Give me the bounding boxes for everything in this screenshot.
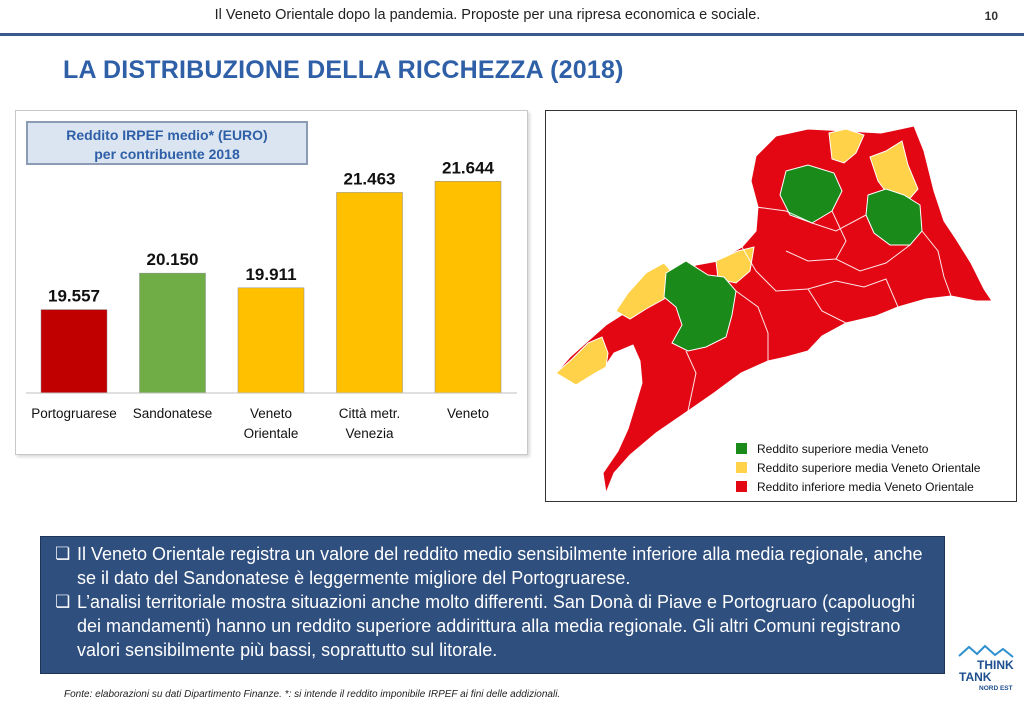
summary-bullet-1: ❏ Il Veneto Orientale registra un valore… [55,542,932,590]
legend-swatch-red [736,481,747,492]
summary-bullet-2: ❏ L’analisi territoriale mostra situazio… [55,590,932,662]
think-tank-logo: THINK TANK NORD EST [958,644,1014,692]
category-label-1-line-1: Portogruarese [31,406,117,421]
chart-title-line1: Reddito IRPEF medio* (EURO) [66,127,268,143]
legend-item-red: Reddito inferiore media Veneto Orientale [736,477,980,496]
legend-item-green: Reddito superiore media Veneto [736,439,980,458]
bar-4 [336,192,403,394]
category-label-3-line-1: Veneto [250,406,292,421]
slide-title: LA DISTRIBUZIONE DELLA RICCHEZZA (2018) [63,56,624,84]
bar-value-label-5: 21.644 [442,158,495,177]
legend-label-red: Reddito inferiore media Veneto Orientale [757,479,974,494]
logo-text-tank: TANK [959,670,992,684]
summary-bullet-text-1: Il Veneto Orientale registra un valore d… [77,544,923,588]
legend-label-yellow: Reddito superiore media Veneto Orientale [757,460,981,475]
legend-item-yellow: Reddito superiore media Veneto Orientale [736,458,980,477]
income-map-panel: Reddito superiore media Veneto Reddito s… [545,110,1017,502]
footer-source-note: Fonte: elaborazioni su dati Dipartimento… [64,689,561,700]
bar-value-label-4: 21.463 [344,169,396,188]
category-label-4-line-1: Città metr. [339,406,401,421]
category-label-5-line-1: Veneto [447,406,489,421]
summary-box: ❏ Il Veneto Orientale registra un valore… [40,536,945,674]
bar-2 [139,272,206,394]
legend-swatch-yellow [736,462,747,473]
legend-swatch-green [736,443,747,454]
logo-text-nord-est: NORD EST [979,685,1013,692]
bar-3 [237,287,305,394]
logo-mountains-icon [958,644,1014,658]
category-label-4-line-2: Venezia [345,426,394,441]
header-title: Il Veneto Orientale dopo la pandemia. Pr… [214,7,761,23]
checkbox-bullet-icon: ❏ [55,592,71,611]
category-label-3-line-2: Orientale [244,426,299,441]
checkbox-bullet-icon: ❏ [55,544,71,563]
bar-chart-panel: 19.557 Portogruarese 20.150 Sandonatese 19.9… [15,110,528,455]
bar-1 [40,309,108,394]
bar-value-label-3: 19.911 [245,265,296,284]
map-legend: Reddito superiore media Veneto Reddito s… [736,439,980,496]
map-region-yellow-southwest [555,336,609,386]
page-number: 10 [984,9,998,23]
chart-title-box: Reddito IRPEF medio* (EURO) per contribu… [26,121,308,165]
bar-value-label-1: 19.557 [48,287,100,306]
header-divider [0,33,1024,36]
legend-label-green: Reddito superiore media Veneto [757,441,929,456]
bar-value-label-2: 20.150 [147,250,199,269]
category-label-2-line-1: Sandonatese [133,406,213,421]
summary-bullet-text-2: L’analisi territoriale mostra situazioni… [77,592,916,660]
chart-title-line2: per contribuente 2018 [94,146,240,162]
bar-5 [434,181,502,394]
